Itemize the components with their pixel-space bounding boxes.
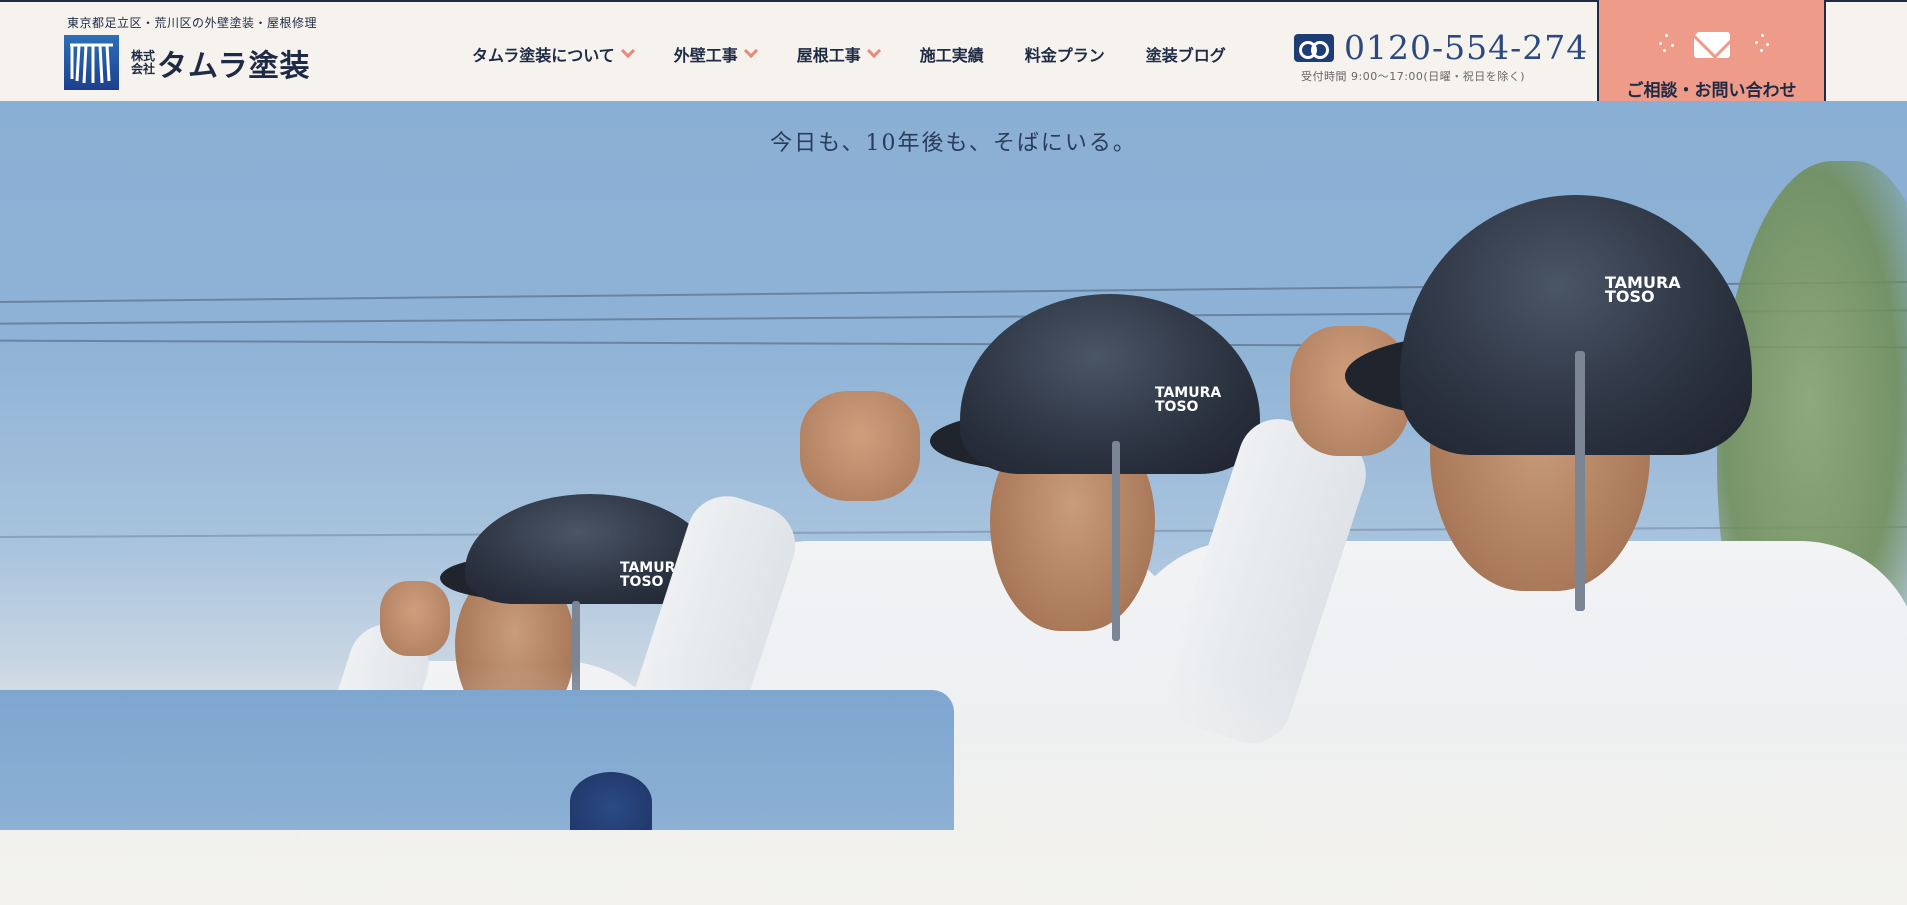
worker-hand [380, 581, 450, 656]
helmet-logo: TAMURA TOSO [1155, 386, 1221, 414]
sparkle-icon [1657, 34, 1677, 54]
logo-name: タムラ塗装 [157, 48, 311, 84]
nav-item-about[interactable]: タムラ塗装について [472, 42, 635, 66]
chevron-down-icon [743, 43, 758, 59]
nav-item-pricing[interactable]: 料金プラン [1025, 42, 1105, 66]
nav-item-label: 外壁工事 [673, 46, 738, 65]
helmet-brand: TAMURA TOSO [1605, 273, 1681, 306]
nav-item-exterior-wall[interactable]: 外壁工事 [673, 42, 758, 66]
free-dial-icon [1294, 33, 1334, 62]
nav-item-label: 塗装ブログ [1145, 46, 1226, 65]
nav-item-blog[interactable]: 塗装ブログ [1146, 42, 1226, 66]
header-tagline: 東京都足立区・荒川区の外壁塗装・屋根修理 [67, 16, 318, 30]
phone-contact[interactable]: 0120-554-274 受付時間 9:00〜17:00(日曜・祝日を除く) [1294, 28, 1588, 84]
helmet [570, 772, 652, 830]
hero-catchcopy: 今日も、10年後も、そばにいる。 [770, 131, 1137, 156]
helmet [960, 294, 1260, 474]
worker-hand [800, 391, 920, 501]
nav-item-label: 屋根工事 [796, 46, 861, 65]
phone-hours: 受付時間 9:00〜17:00(日曜・祝日を除く) [1301, 70, 1525, 83]
inset-photo-card [0, 690, 954, 830]
site-header: 東京都足立区・荒川区の外壁塗装・屋根修理 株式会社 タムラ塗装 タムラ塗装につい… [0, 0, 1907, 139]
company-logo[interactable]: 株式会社 タムラ塗装 [64, 35, 311, 90]
helmet-strap [1112, 441, 1120, 641]
nav-item-label: 施工実績 [919, 46, 984, 65]
sparkle-icon [1751, 34, 1771, 54]
chevron-down-icon [866, 43, 881, 59]
nav-item-roof[interactable]: 屋根工事 [796, 42, 881, 66]
logo-kaisha: 株式会社 [131, 48, 156, 76]
helmet-brand: TAMURA TOSO [1155, 385, 1222, 415]
nav-item-works[interactable]: 施工実績 [920, 42, 984, 66]
helmet-logo: TAMURA TOSO [1605, 273, 1681, 306]
mail-icon [1693, 32, 1730, 58]
main-nav: タムラ塗装について 外壁工事 屋根工事 施工実績 料金プラン 塗装ブログ [472, 42, 1267, 66]
contact-button-label: ご相談・お問い合わせ [1626, 81, 1797, 101]
nav-item-label: 料金プラン [1024, 46, 1105, 65]
logo-mark-icon [64, 35, 119, 90]
nav-item-label: タムラ塗装について [472, 46, 615, 65]
helmet-strap [1575, 351, 1585, 611]
phone-number[interactable]: 0120-554-274 [1344, 28, 1588, 67]
chevron-down-icon [620, 43, 635, 59]
